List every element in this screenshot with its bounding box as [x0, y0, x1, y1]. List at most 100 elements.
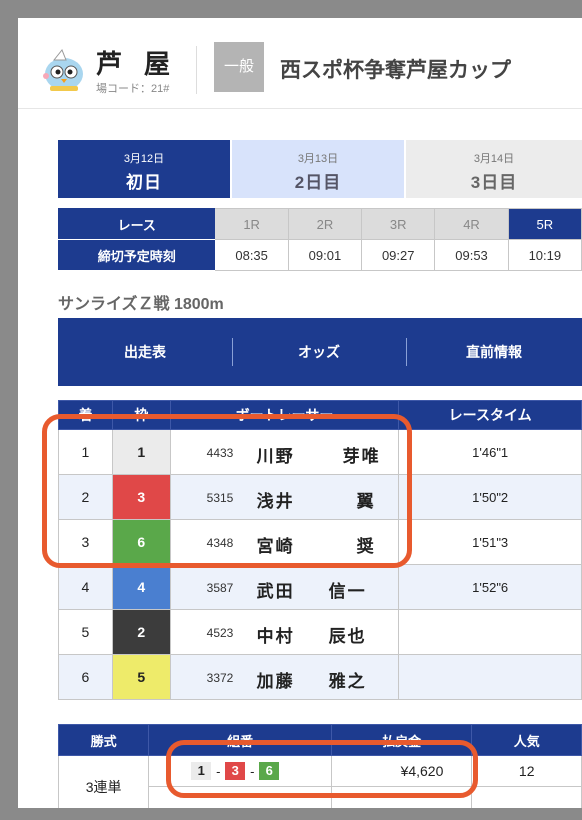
combo-cell-empty	[148, 786, 332, 808]
table-row: 1 1 4433 川野 芽唯 1'46"1	[58, 429, 582, 475]
race-time	[398, 609, 582, 655]
race-time: 1'46"1	[398, 429, 582, 475]
day-tab-1[interactable]: 3月12日 初日	[58, 140, 230, 198]
day-tab-date: 3月12日	[123, 153, 165, 165]
tab-pre-race-info[interactable]: 直前情報	[406, 318, 582, 386]
race-time: 1'50"2	[398, 474, 582, 520]
racer-given-name: 奨	[356, 537, 376, 556]
day-tab-date: 3月14日	[473, 153, 515, 165]
boat-number: 1	[111, 429, 171, 475]
rank-header: 着	[58, 400, 113, 430]
combo-boat-1: 1	[191, 762, 212, 781]
day-tab-label: 2日目	[294, 173, 342, 192]
racer-given-name: 翼	[356, 492, 376, 511]
combo-cell: 1-3-6	[148, 755, 332, 787]
payout-table: 勝式 組番 払戻金 人気 3連単 1-3-6 ¥4,620 12	[57, 724, 582, 808]
race-tab-2r[interactable]: 2R	[287, 208, 363, 240]
info-tab-bar: 出走表 オッズ 直前情報	[58, 318, 582, 386]
finish-rank: 5	[58, 609, 113, 655]
racer-given-name: 芽唯	[342, 447, 381, 466]
racer-cell[interactable]: 3587 武田 信一	[169, 564, 400, 610]
race-time: 1'51"3	[398, 519, 582, 565]
header-divider	[196, 46, 197, 94]
race-tab-5r[interactable]: 5R	[507, 208, 582, 240]
combo-dash: -	[216, 763, 221, 779]
bet-type: 3連単	[57, 755, 150, 808]
racer-reg-number: 5315	[206, 491, 234, 505]
popularity-cell-empty	[471, 786, 582, 808]
racer-family-name: 宮崎	[256, 537, 295, 556]
boat-header: 枠	[111, 400, 171, 430]
day-tab-label: 初日	[126, 173, 162, 192]
day-tab-3[interactable]: 3月14日 3日目	[406, 140, 582, 198]
day-tab-label: 3日目	[470, 173, 518, 192]
boat-number: 2	[111, 609, 171, 655]
combo-header: 組番	[148, 724, 332, 756]
racer-cell[interactable]: 4348 宮崎 奨	[169, 519, 400, 565]
payout-amount: ¥4,620	[330, 755, 473, 787]
deadline-time: 09:53	[434, 239, 509, 271]
racer-given-name: 雅之	[328, 672, 367, 691]
finish-rank: 6	[58, 654, 113, 700]
results-table: 着 枠 ボートレーサー レースタイム 1 1 4433 川野 芽唯 1'46"1…	[58, 400, 582, 700]
deadline-time: 08:35	[214, 239, 289, 271]
finish-rank: 1	[58, 429, 113, 475]
racer-family-name: 川野	[256, 447, 295, 466]
racer-cell[interactable]: 3372 加藤 雅之	[169, 654, 400, 700]
page: 芦屋 場コード：21# 一般 西スポ杯争奪芦屋カップ 3月12日 初日 3月13…	[18, 18, 582, 808]
racer-family-name: 加藤	[256, 672, 295, 691]
day-tab-date: 3月13日	[297, 153, 339, 165]
race-name: サンライズＺ戦 1800m	[58, 296, 224, 313]
table-row: 4 4 3587 武田 信一 1'52"6	[58, 564, 582, 610]
venue-header: 芦屋 場コード：21# 一般 西スポ杯争奪芦屋カップ	[18, 18, 582, 109]
finish-rank: 4	[58, 564, 113, 610]
amount-cell-empty	[330, 786, 473, 808]
deadline-time: 09:27	[361, 239, 436, 271]
bet-type-header: 勝式	[57, 724, 150, 756]
tab-entry-list[interactable]: 出走表	[58, 318, 232, 386]
day-tab-2[interactable]: 3月13日 2日目	[232, 140, 404, 198]
race-time: 1'52"6	[398, 564, 582, 610]
finish-rank: 2	[58, 474, 113, 520]
race-title: 西スポ杯争奪芦屋カップ	[280, 59, 511, 82]
deadline-row-header: 締切予定時刻	[57, 239, 216, 271]
table-row: 6 5 3372 加藤 雅之	[58, 654, 582, 700]
boat-number: 6	[111, 519, 171, 565]
popularity-header: 人気	[471, 724, 582, 756]
combo-dash: -	[250, 763, 255, 779]
grade-badge: 一般	[214, 42, 264, 92]
racer-cell[interactable]: 5315 浅井 翼	[169, 474, 400, 520]
finish-rank: 3	[58, 519, 113, 565]
tab-odds[interactable]: オッズ	[232, 318, 406, 386]
racer-reg-number: 3372	[206, 671, 234, 685]
time-header: レースタイム	[398, 400, 582, 430]
race-selector-table: レース 1R 2R 3R 4R 5R 締切予定時刻 08:35 09:01 09…	[57, 208, 582, 271]
table-row: 3 6 4348 宮崎 奨 1'51"3	[58, 519, 582, 565]
race-tab-3r[interactable]: 3R	[361, 208, 436, 240]
mascot-logo-icon	[43, 49, 83, 91]
racer-family-name: 浅井	[256, 492, 295, 511]
racer-cell[interactable]: 4523 中村 辰也	[169, 609, 400, 655]
deadline-time: 09:01	[287, 239, 363, 271]
race-row-header: レース	[57, 208, 216, 240]
payout-row: 3連単 1-3-6 ¥4,620 12	[57, 755, 582, 808]
racer-given-name: 辰也	[328, 627, 367, 646]
racer-reg-number: 3587	[206, 581, 234, 595]
venue-name: 芦屋	[96, 49, 193, 79]
boat-number: 3	[111, 474, 171, 520]
race-tab-1r[interactable]: 1R	[214, 208, 289, 240]
race-time	[398, 654, 582, 700]
table-row: 5 2 4523 中村 辰也	[58, 609, 582, 655]
venue-code: 場コード：21#	[96, 83, 170, 95]
racer-family-name: 武田	[256, 582, 295, 601]
race-tab-4r[interactable]: 4R	[434, 208, 509, 240]
deadline-time: 10:19	[507, 239, 582, 271]
boat-number: 4	[111, 564, 171, 610]
racer-family-name: 中村	[256, 627, 295, 646]
table-row: 2 3 5315 浅井 翼 1'50"2	[58, 474, 582, 520]
racer-cell[interactable]: 4433 川野 芽唯	[169, 429, 400, 475]
combo-boat-3: 6	[259, 762, 280, 781]
racer-reg-number: 4348	[206, 536, 234, 550]
racer-header: ボートレーサー	[169, 400, 400, 430]
racer-reg-number: 4523	[206, 626, 234, 640]
